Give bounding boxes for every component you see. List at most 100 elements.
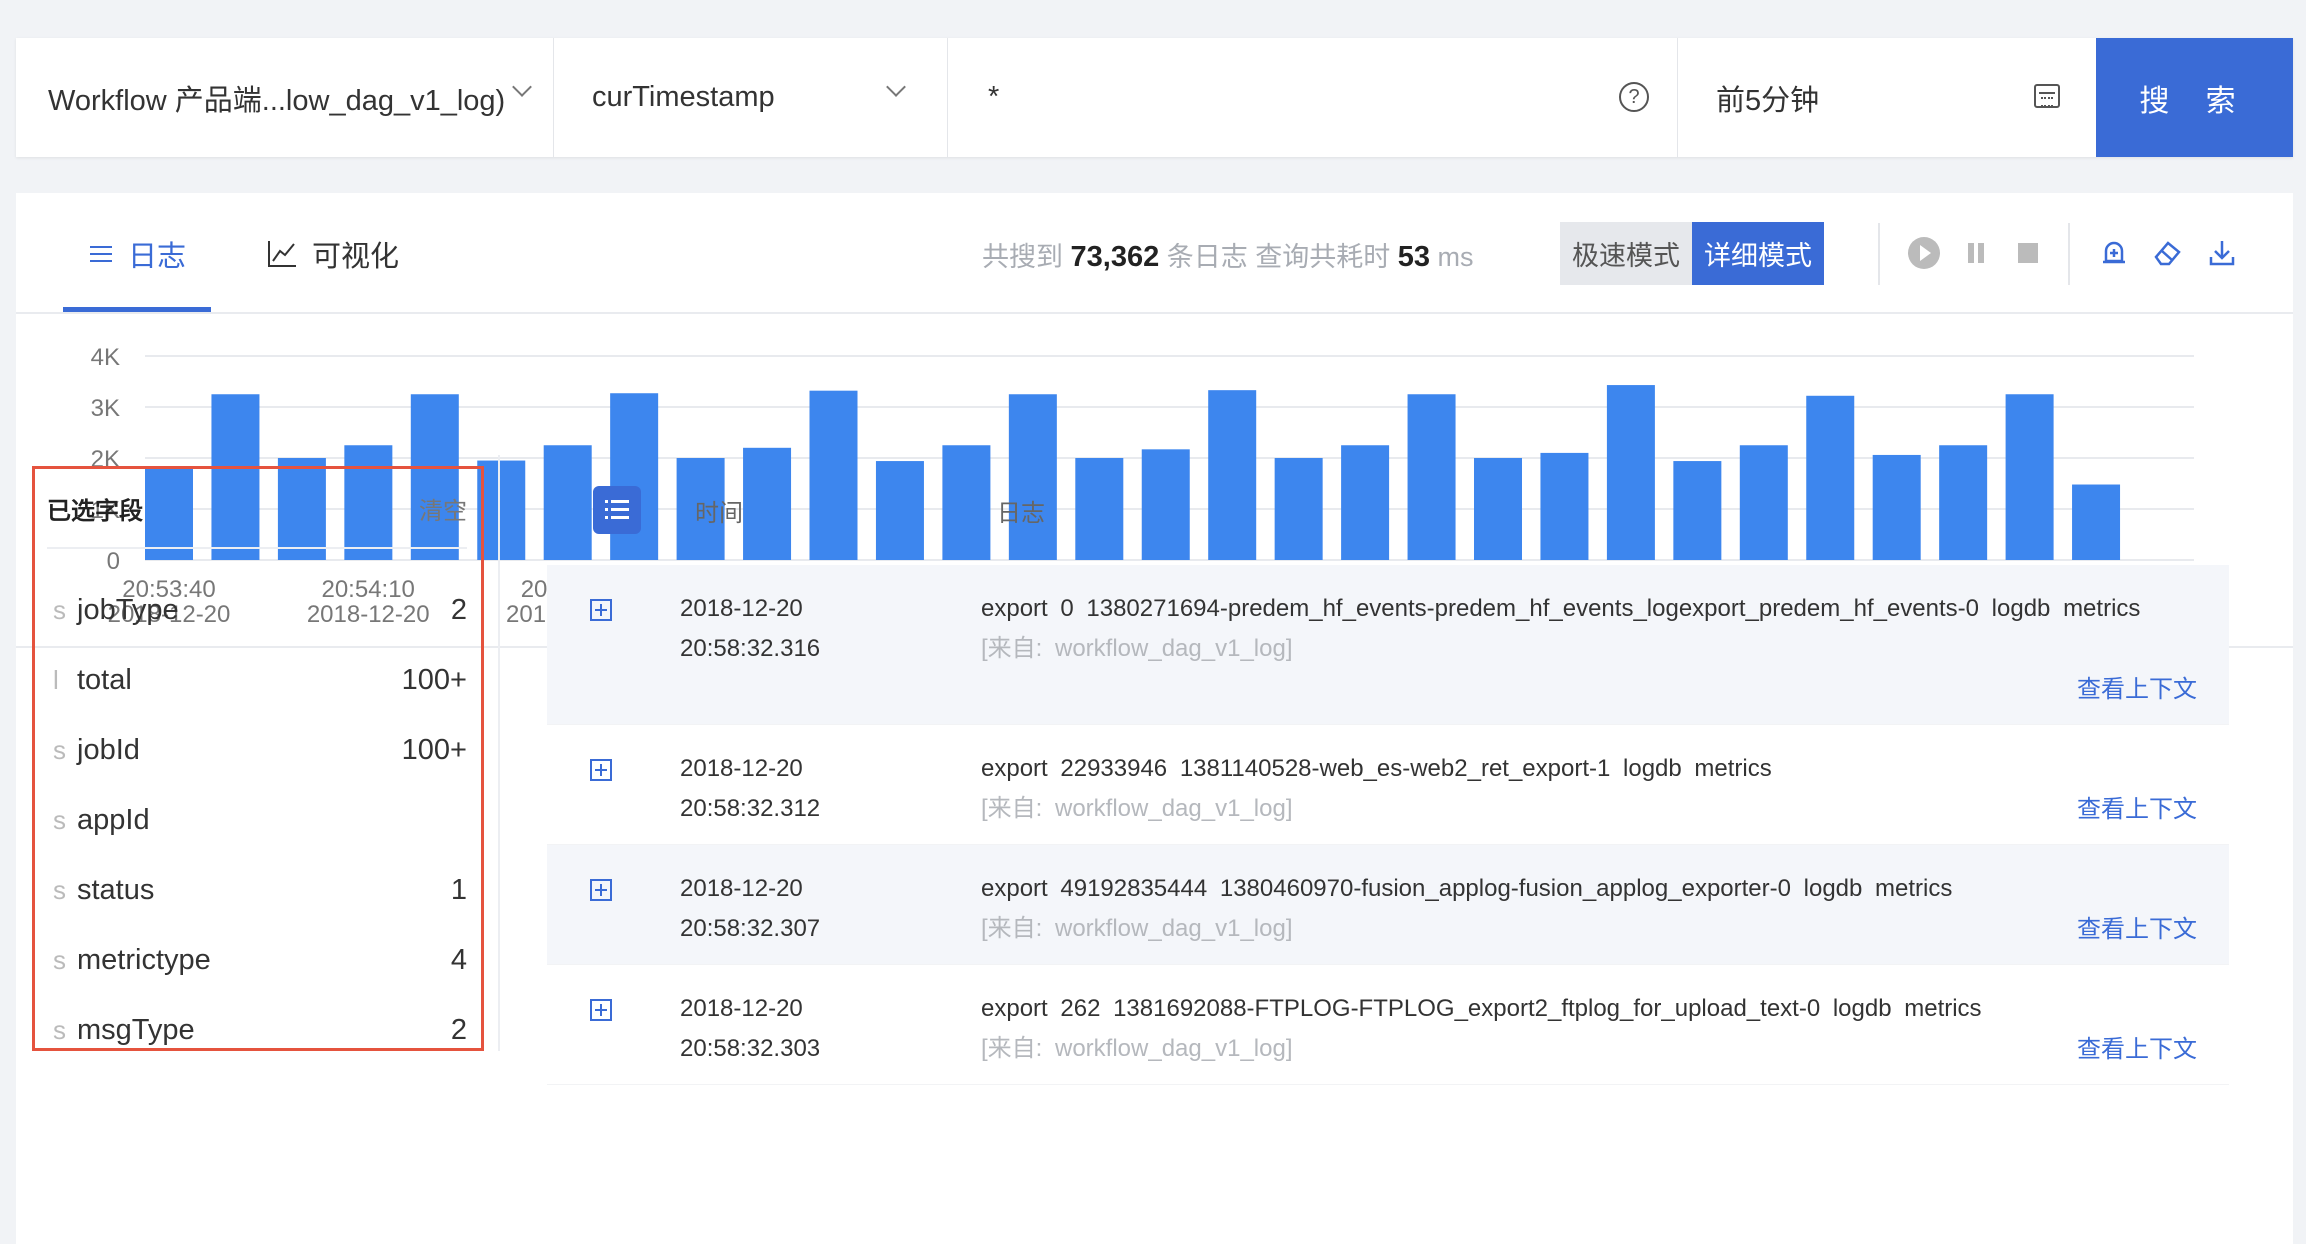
- log-message: export 262 1381692088-FTPLOG-FTPLOG_expo…: [981, 995, 1982, 1022]
- field-name: metrictype: [77, 943, 211, 976]
- detail-mode-button[interactable]: 详细模式: [1692, 222, 1824, 285]
- y-tick-label: 3K: [91, 395, 120, 422]
- field-item-status[interactable]: s status 1: [47, 855, 467, 925]
- search-button[interactable]: 搜 索: [2096, 38, 2293, 157]
- field-count: 2: [450, 593, 467, 626]
- log-date: 2018-12-20: [680, 595, 803, 622]
- field-item-msgType[interactable]: s msgType 2: [47, 995, 467, 1065]
- log-date: 2018-12-20: [680, 875, 803, 902]
- tab-log[interactable]: 日志: [90, 233, 186, 275]
- log-time: 20:58:32.307: [680, 915, 821, 942]
- download-icon[interactable]: [2206, 237, 2238, 269]
- log-table: 时间 日志 2018-12-20 20:58:32.316 export 0 13…: [547, 455, 2247, 1085]
- field-list: s jobType 2 l total 100+ s jobId 100+ s …: [47, 575, 467, 1065]
- log-timestamp: 2018-12-20 20:58:32.312: [680, 749, 820, 829]
- field-name: msgType: [77, 1013, 195, 1046]
- field-type-badge: s: [53, 804, 66, 835]
- tab-log-label: 日志: [128, 241, 187, 273]
- stats-time: 53: [1397, 241, 1431, 273]
- field-count: 100+: [401, 663, 467, 696]
- log-timestamp: 2018-12-20 20:58:32.316: [680, 589, 820, 669]
- view-context-link[interactable]: 查看上下文: [2077, 909, 2197, 944]
- log-date: 2018-12-20: [680, 995, 803, 1022]
- list-icon: [90, 245, 112, 263]
- field-item-jobType[interactable]: s jobType 2: [47, 575, 467, 645]
- sort-field-value: curTimestamp: [592, 81, 775, 113]
- toolbar: 日志 可视化 共搜到 73,362 条日志 查询共耗时 53 ms 极速模式 详…: [16, 193, 2293, 314]
- log-time: 20:58:32.316: [680, 635, 821, 662]
- log-timestamp: 2018-12-20 20:58:32.303: [680, 989, 820, 1069]
- stats-count: 73,362: [1070, 241, 1160, 273]
- search-bar: Workflow 产品端...low_dag_v1_log) curTimest…: [16, 38, 2293, 157]
- expand-row-icon[interactable]: [590, 759, 612, 781]
- result-stats: 共搜到 73,362 条日志 查询共耗时 53 ms: [982, 235, 1474, 274]
- query-input[interactable]: * ?: [948, 38, 1678, 157]
- chevron-down-icon: [886, 77, 906, 97]
- log-table-header: 时间 日志: [547, 455, 2247, 565]
- play-icon[interactable]: [1908, 237, 1940, 269]
- log-row: 2018-12-20 20:58:32.307 export 4919283544…: [547, 845, 2229, 965]
- log-content: export 22933946 1381140528-web_es-web2_r…: [981, 749, 2161, 829]
- expand-row-icon[interactable]: [590, 999, 612, 1021]
- log-date: 2018-12-20: [680, 755, 803, 782]
- view-context-link[interactable]: 查看上下文: [2077, 1029, 2197, 1064]
- log-source: [来自: workflow_dag_v1_log]: [981, 795, 1293, 822]
- selected-fields-header: 已选字段 清空: [47, 469, 467, 549]
- expand-row-icon[interactable]: [590, 879, 612, 901]
- log-message: export 49192835444 1380460970-fusion_app…: [981, 875, 1953, 902]
- log-time: 20:58:32.312: [680, 795, 821, 822]
- field-type-badge: s: [53, 944, 66, 975]
- time-range-picker[interactable]: 前5分钟: [1678, 38, 2096, 157]
- view-context-link[interactable]: 查看上下文: [2077, 789, 2197, 824]
- clear-fields-button[interactable]: 清空: [419, 491, 467, 526]
- field-count: 1: [450, 873, 467, 906]
- stop-icon[interactable]: [2012, 237, 2044, 269]
- column-settings-icon[interactable]: [593, 486, 641, 534]
- log-source-value: Workflow 产品端...low_dag_v1_log): [48, 84, 506, 117]
- field-name: jobId: [77, 733, 140, 766]
- log-row: 2018-12-20 20:58:32.312 export 22933946 1…: [547, 725, 2229, 845]
- log-content: export 49192835444 1380460970-fusion_app…: [981, 869, 2161, 949]
- alarm-add-icon[interactable]: [2098, 237, 2130, 269]
- mode-switch: 极速模式 详细模式: [1560, 222, 1824, 285]
- log-timestamp: 2018-12-20 20:58:32.307: [680, 869, 820, 949]
- field-name: appId: [77, 803, 150, 836]
- field-name: status: [77, 873, 155, 906]
- field-item-metrictype[interactable]: s metrictype 4: [47, 925, 467, 995]
- divider: [2068, 223, 2070, 285]
- view-context-link[interactable]: 查看上下文: [2077, 669, 2197, 704]
- tab-visualization-label: 可视化: [312, 241, 400, 273]
- stats-mid: 条日志 查询共耗时: [1166, 242, 1391, 272]
- log-source: [来自: workflow_dag_v1_log]: [981, 915, 1293, 942]
- field-count: 100+: [401, 733, 467, 766]
- active-tab-indicator: [63, 307, 211, 312]
- sort-field-select[interactable]: curTimestamp: [554, 38, 948, 157]
- histogram-bar[interactable]: [477, 460, 526, 560]
- field-count: 4: [450, 943, 467, 976]
- field-type-badge: s: [53, 1014, 66, 1045]
- field-type-badge: s: [53, 874, 66, 905]
- log-source-select[interactable]: Workflow 产品端...low_dag_v1_log): [16, 38, 554, 157]
- log-content: export 0 1380271694-predem_hf_events-pre…: [981, 589, 2161, 669]
- column-header-time: 时间: [695, 499, 743, 527]
- line-chart-icon: [268, 241, 296, 267]
- field-item-total[interactable]: l total 100+: [47, 645, 467, 715]
- log-time: 20:58:32.303: [680, 1035, 821, 1062]
- stats-unit: ms: [1437, 242, 1474, 272]
- field-item-jobId[interactable]: s jobId 100+: [47, 715, 467, 785]
- tab-visualization[interactable]: 可视化: [268, 233, 399, 275]
- eraser-icon[interactable]: [2152, 237, 2184, 269]
- sidebar-divider: [498, 455, 500, 1051]
- fast-mode-button[interactable]: 极速模式: [1560, 222, 1692, 285]
- expand-row-icon[interactable]: [590, 599, 612, 621]
- log-message: export 22933946 1381140528-web_es-web2_r…: [981, 755, 1772, 782]
- pause-icon[interactable]: [1960, 237, 1992, 269]
- log-row: 2018-12-20 20:58:32.303 export 262 138169…: [547, 965, 2229, 1085]
- field-item-appId[interactable]: s appId: [47, 785, 467, 855]
- calendar-icon: [2034, 84, 2060, 108]
- field-name: jobType: [77, 593, 179, 626]
- stats-prefix: 共搜到: [982, 242, 1063, 272]
- query-value: *: [988, 81, 1000, 113]
- field-type-badge: l: [53, 664, 59, 695]
- help-circle-icon[interactable]: ?: [1619, 82, 1649, 112]
